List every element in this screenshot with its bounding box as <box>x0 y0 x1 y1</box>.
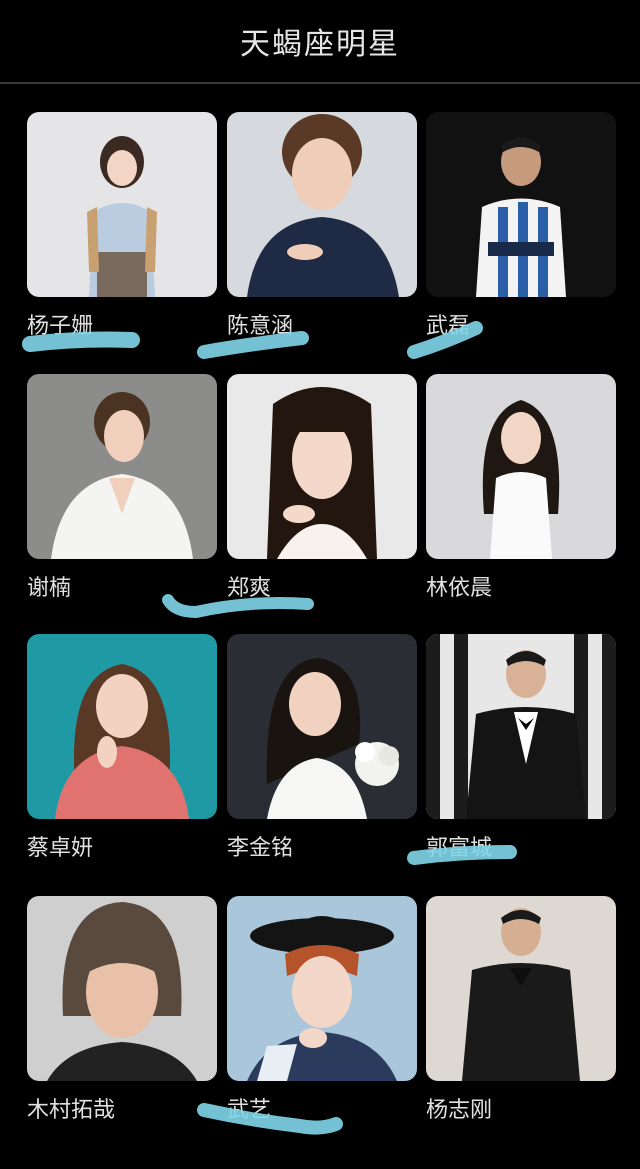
celebrity-name: 武磊 <box>426 314 471 339</box>
celebrity-name: 陈意涵 <box>227 314 294 339</box>
celebrity-photo[interactable] <box>227 112 417 297</box>
celebrity-card[interactable]: 武磊 <box>426 112 616 339</box>
celebrity-photo[interactable] <box>27 374 217 559</box>
celebrity-name: 杨志刚 <box>426 1098 493 1123</box>
celebrity-name: 林依晨 <box>426 576 493 601</box>
celebrity-photo[interactable] <box>227 374 417 559</box>
page-title: 天蝎座明星 <box>240 27 400 62</box>
celebrity-photo[interactable] <box>27 896 217 1081</box>
celebrity-name: 杨子姗 <box>27 314 94 339</box>
celebrity-name: 蔡卓妍 <box>27 836 94 861</box>
celebrity-card[interactable]: 李金铭 <box>227 634 417 861</box>
celebrity-card[interactable]: 郭富城 <box>426 634 616 861</box>
celebrity-name: 木村拓哉 <box>27 1098 116 1123</box>
celebrity-name: 谢楠 <box>27 576 72 601</box>
celebrity-card[interactable]: 谢楠 <box>27 374 217 601</box>
celebrity-photo[interactable] <box>227 634 417 819</box>
page-header: 天蝎座明星 <box>0 0 640 84</box>
celebrity-name: 郭富城 <box>426 836 493 861</box>
celebrity-photo[interactable] <box>27 112 217 297</box>
celebrity-name: 李金铭 <box>227 836 294 861</box>
celebrity-photo[interactable] <box>426 896 616 1081</box>
celebrity-card[interactable]: 武艺 <box>227 896 417 1123</box>
celebrity-card[interactable]: 陈意涵 <box>227 112 417 339</box>
celebrity-photo[interactable] <box>426 634 616 819</box>
celebrity-card[interactable]: 林依晨 <box>426 374 616 601</box>
celebrity-card[interactable]: 郑爽 <box>227 374 417 601</box>
celebrity-photo[interactable] <box>27 634 217 819</box>
celebrity-card[interactable]: 杨志刚 <box>426 896 616 1123</box>
celebrity-photo[interactable] <box>227 896 417 1081</box>
celebrity-name: 武艺 <box>227 1098 272 1123</box>
celebrity-photo[interactable] <box>426 374 616 559</box>
celebrity-photo[interactable] <box>426 112 616 297</box>
celebrity-card[interactable]: 杨子姗 <box>27 112 217 339</box>
celebrity-card[interactable]: 蔡卓妍 <box>27 634 217 861</box>
celebrity-name: 郑爽 <box>227 576 272 601</box>
celebrity-card[interactable]: 木村拓哉 <box>27 896 217 1123</box>
